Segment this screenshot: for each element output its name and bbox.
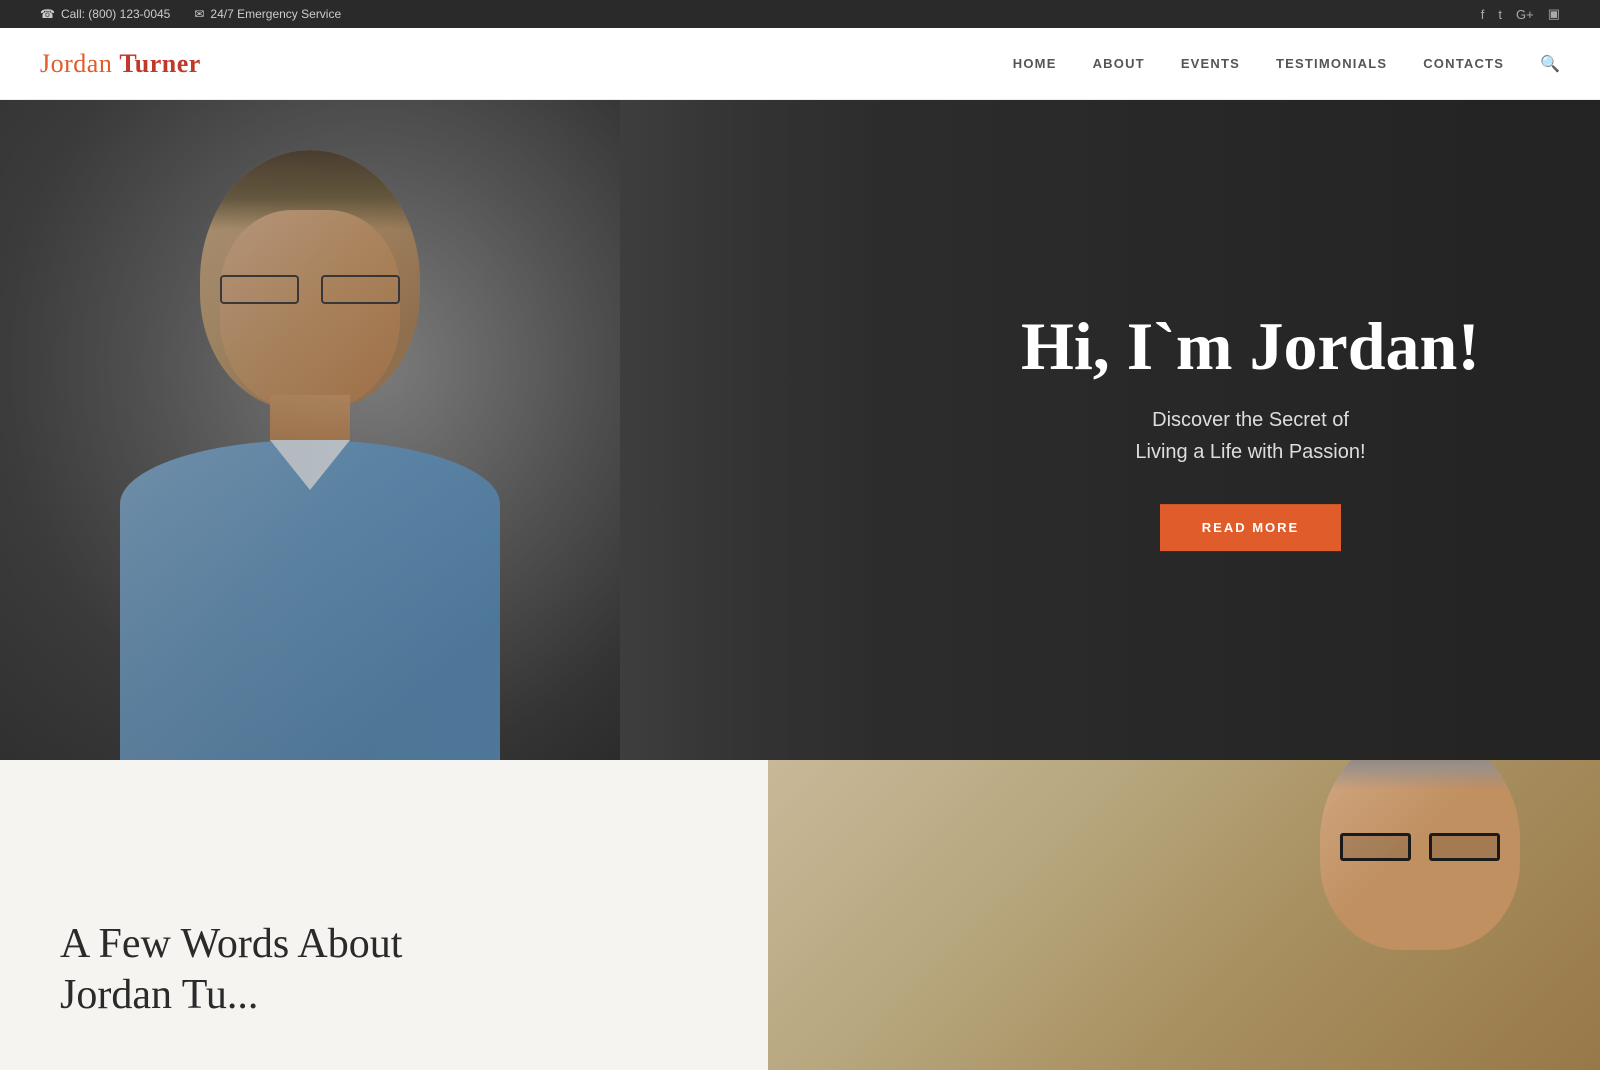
nav-events[interactable]: EVENTS bbox=[1181, 56, 1240, 71]
email-item: ✉ 24/7 Emergency Service bbox=[194, 7, 341, 21]
second-person-glasses bbox=[1335, 830, 1505, 860]
about-image bbox=[768, 760, 1600, 1070]
phone-label: Call: (800) 123-0045 bbox=[61, 7, 170, 21]
logo-last-name: Turner bbox=[119, 49, 201, 78]
hero-title: Hi, I`m Jordan! bbox=[1021, 309, 1480, 384]
read-more-button[interactable]: READ MORE bbox=[1160, 504, 1341, 551]
below-hero: A Few Words About Jordan Tu... bbox=[0, 760, 1600, 1070]
hero-section: Hi, I`m Jordan! Discover the Secret of L… bbox=[0, 100, 1600, 760]
second-person-figure bbox=[768, 760, 1600, 1070]
about-title: A Few Words About Jordan Tu... bbox=[60, 919, 708, 1020]
hero-content: Hi, I`m Jordan! Discover the Secret of L… bbox=[1021, 309, 1480, 551]
logo-first-name: Jordan bbox=[40, 49, 112, 78]
nav-home[interactable]: HOME bbox=[1013, 56, 1057, 71]
topbar-left: ☎ Call: (800) 123-0045 ✉ 24/7 Emergency … bbox=[40, 7, 341, 21]
hero-subtitle: Discover the Secret of Living a Life wit… bbox=[1021, 404, 1480, 468]
instagram-icon[interactable]: ▣ bbox=[1548, 6, 1560, 22]
topbar: ☎ Call: (800) 123-0045 ✉ 24/7 Emergency … bbox=[0, 0, 1600, 28]
second-person-hair bbox=[1320, 760, 1520, 790]
phone-item: ☎ Call: (800) 123-0045 bbox=[40, 7, 170, 21]
email-icon: ✉ bbox=[194, 7, 204, 21]
facebook-icon[interactable]: f bbox=[1481, 7, 1485, 22]
twitter-icon[interactable]: t bbox=[1498, 7, 1502, 22]
googleplus-icon[interactable]: G+ bbox=[1516, 7, 1534, 22]
about-section: A Few Words About Jordan Tu... bbox=[0, 760, 768, 1070]
nav-contacts[interactable]: CONTACTS bbox=[1423, 56, 1504, 71]
search-icon[interactable]: 🔍 bbox=[1540, 54, 1560, 74]
header: Jordan Turner HOME ABOUT EVENTS TESTIMON… bbox=[0, 28, 1600, 100]
main-nav: HOME ABOUT EVENTS TESTIMONIALS CONTACTS … bbox=[1013, 54, 1560, 74]
nav-testimonials[interactable]: TESTIMONIALS bbox=[1276, 56, 1387, 71]
social-links: f t G+ ▣ bbox=[1481, 6, 1560, 22]
nav-about[interactable]: ABOUT bbox=[1093, 56, 1145, 71]
second-person-head bbox=[1320, 760, 1520, 950]
logo[interactable]: Jordan Turner bbox=[40, 49, 201, 79]
phone-icon: ☎ bbox=[40, 7, 55, 21]
email-label: 24/7 Emergency Service bbox=[210, 7, 341, 21]
